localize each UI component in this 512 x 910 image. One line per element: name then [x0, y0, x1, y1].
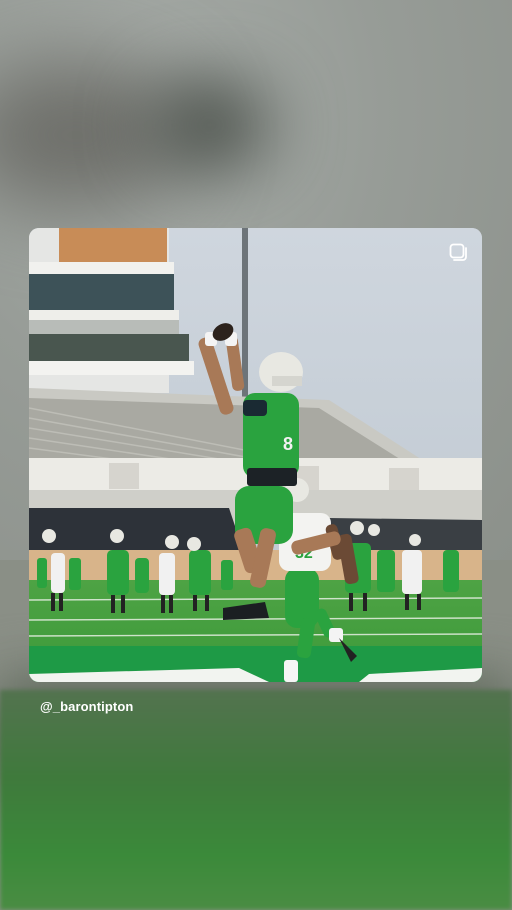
- receiver-jersey-number: 8: [283, 434, 293, 454]
- post-photo[interactable]: 32 8: [29, 228, 482, 682]
- username-label[interactable]: @_barontipton: [40, 699, 133, 714]
- copy-square-icon[interactable]: [449, 243, 467, 261]
